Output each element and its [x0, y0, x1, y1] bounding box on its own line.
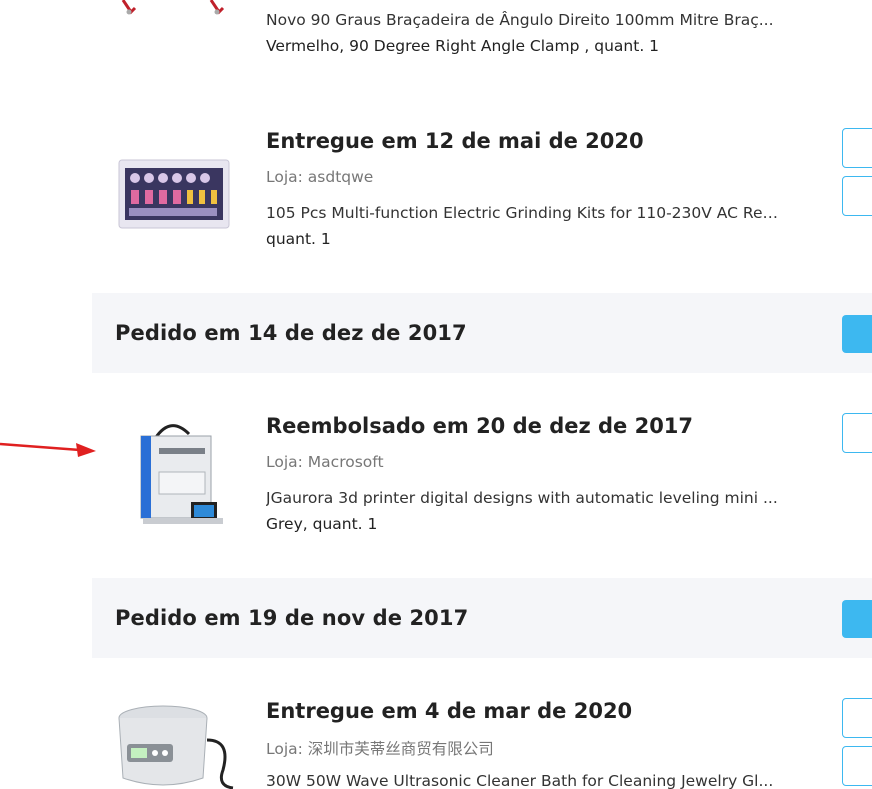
order-secondary-button[interactable] — [842, 176, 872, 216]
order-status: Reembolsado em 20 de dez de 2017 — [266, 414, 694, 438]
clamp-thumbnail[interactable] — [113, 0, 235, 20]
order-group-header: Pedido em 14 de dez de 2017 — [92, 293, 872, 373]
annotation-arrow-icon — [0, 442, 96, 457]
order-status: Entregue em 12 de mai de 2020 — [266, 129, 644, 153]
product-name[interactable]: 105 Pcs Multi-function Electric Grinding… — [266, 204, 786, 222]
order-secondary-button[interactable] — [842, 746, 872, 786]
order-action-button[interactable] — [842, 128, 872, 168]
product-variant: quant. 1 — [266, 230, 331, 248]
order-details-button[interactable] — [842, 600, 872, 638]
product-variant: Vermelho, 90 Degree Right Angle Clamp , … — [266, 37, 660, 55]
store-link[interactable]: Loja: asdtqwe — [266, 168, 373, 186]
order-status: Entregue em 4 de mar de 2020 — [266, 699, 633, 723]
order-date: Pedido em 19 de nov de 2017 — [115, 606, 469, 630]
grinding-kit-thumbnail[interactable] — [113, 150, 235, 240]
order-group-header: Pedido em 19 de nov de 2017 — [92, 578, 872, 658]
order-action-button[interactable] — [842, 698, 872, 738]
3d-printer-thumbnail[interactable] — [113, 414, 235, 529]
order-action-button[interactable] — [842, 413, 872, 453]
product-name[interactable]: 30W 50W Wave Ultrasonic Cleaner Bath for… — [266, 772, 786, 789]
store-link[interactable]: Loja: 深圳市芙蒂丝商贸有限公司 — [266, 737, 494, 759]
order-date: Pedido em 14 de dez de 2017 — [115, 321, 467, 345]
order-details-button[interactable] — [842, 315, 872, 353]
order-history-page: Novo 90 Graus Braçadeira de Ângulo Direi… — [0, 0, 872, 789]
store-link[interactable]: Loja: Macrosoft — [266, 453, 384, 471]
ultrasonic-cleaner-thumbnail[interactable] — [113, 700, 235, 789]
product-variant: Grey, quant. 1 — [266, 515, 378, 533]
product-name[interactable]: Novo 90 Graus Braçadeira de Ângulo Direi… — [266, 11, 786, 29]
product-name[interactable]: JGaurora 3d printer digital designs with… — [266, 489, 786, 507]
